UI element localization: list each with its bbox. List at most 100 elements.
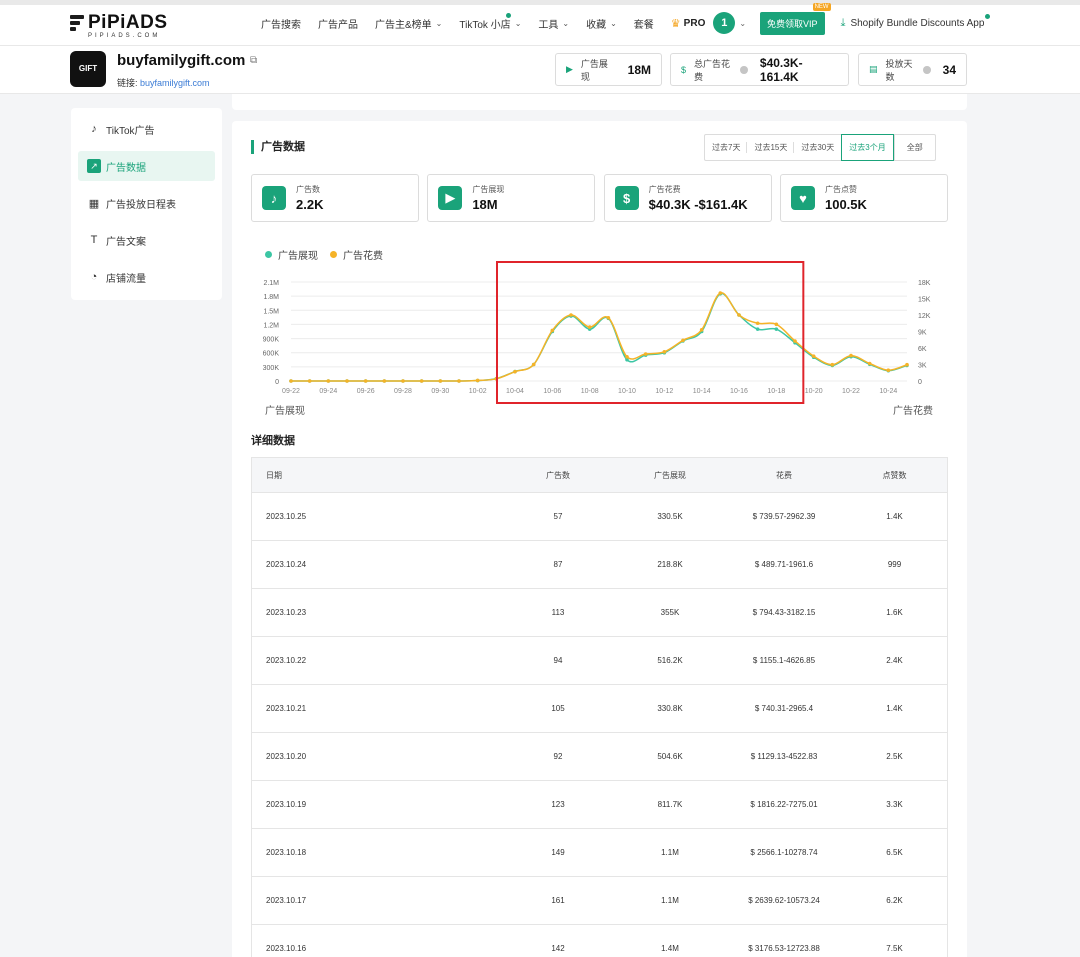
y-tick-right: 6K xyxy=(918,346,927,353)
external-link-icon[interactable]: ⧉ xyxy=(250,55,257,66)
shop-header: GIFT buyfamilygift.com ⧉ 链接: buyfamilygi… xyxy=(0,46,1080,94)
y-tick-right: 12K xyxy=(918,313,931,320)
table-cell: $ 739.57-2962.39 xyxy=(752,512,816,521)
table-row: 2023.10.25 57 330.5K $ 739.57-2962.39 1.4K xyxy=(252,493,947,541)
y-tick-right: 9K xyxy=(918,330,927,337)
table-cell: 7.5K xyxy=(886,944,903,953)
table-cell: $ 794.43-3182.15 xyxy=(752,608,816,617)
free-vip-button[interactable]: 免费领取VIP NEW xyxy=(760,2,831,35)
help-icon[interactable] xyxy=(740,65,748,74)
table-row: 2023.10.24 87 218.8K $ 489.71-1961.6 999 xyxy=(252,541,947,589)
nav-item-5[interactable]: 收藏 ⌄ xyxy=(586,16,617,31)
x-tick-label: 10-24 xyxy=(879,388,897,395)
detail-table: 日期 广告数 广告展现 花费 点赞数 2023.10.25 57 330.5K $ 739.57… xyxy=(251,457,948,957)
nav-item-1[interactable]: 广告产品 xyxy=(318,16,358,31)
data-point-1 xyxy=(699,328,704,332)
table-cell: 6.5K xyxy=(886,848,903,857)
nav-item-4[interactable]: 工具 ⌄ xyxy=(538,16,569,31)
x-tick-label: 09-30 xyxy=(431,388,449,395)
nav-item-6[interactable]: 套餐 xyxy=(634,16,654,31)
data-point-1 xyxy=(737,313,741,317)
play-icon: ▶ xyxy=(566,64,573,74)
table-cell: 1.6K xyxy=(886,608,903,617)
sidebar-item-1[interactable]: ↗ 广告数据 xyxy=(78,151,215,181)
data-point-1 xyxy=(905,362,909,367)
shop-stat-label: 投放天数 xyxy=(885,58,913,82)
table-cell: 123 xyxy=(551,800,565,809)
table-cell: 105 xyxy=(551,704,565,713)
sidebar-item-4[interactable]: ◔ 店铺流量 xyxy=(78,262,215,292)
y-tick-left: 900K xyxy=(263,337,280,344)
data-point-1 xyxy=(363,379,368,383)
data-point-1 xyxy=(289,379,293,383)
logo-mark-icon xyxy=(70,13,84,35)
table-cell: 2023.10.16 xyxy=(266,944,307,953)
y-tick-right: 0 xyxy=(918,379,922,386)
table-cell: 142 xyxy=(551,944,565,953)
top-navbar: PiPiADS PIPIADS.COM 广告搜索 广告产品 广告主&榜单 ⌄ TikTo… xyxy=(0,0,1080,46)
chevron-down-icon: ⌄ xyxy=(435,18,443,28)
x-tick-label: 10-18 xyxy=(767,388,785,395)
table-cell: 57 xyxy=(553,512,563,521)
x-tick-label: 10-16 xyxy=(730,388,748,395)
shop-stat-2: ▤ 投放天数 34 xyxy=(858,53,967,86)
data-point-1 xyxy=(457,379,461,383)
x-tick-label: 10-06 xyxy=(543,388,561,395)
table-cell: 1.1M xyxy=(661,848,679,857)
left-axis-name: 广告展现 xyxy=(265,406,305,417)
nav-item-label: 工具 xyxy=(538,19,559,31)
y-tick-left: 0 xyxy=(275,379,279,386)
table-cell: 2023.10.25 xyxy=(266,512,307,521)
column-header[interactable]: 日期 xyxy=(252,470,502,481)
table-cell: $ 1129.13-4522.83 xyxy=(750,752,818,761)
x-tick-label: 10-02 xyxy=(469,388,487,395)
table-cell: $ 2566.1-10278.74 xyxy=(750,848,818,857)
table-cell: 2023.10.20 xyxy=(266,752,307,761)
vip-button-label: 免费领取VIP xyxy=(767,18,818,29)
series-line-0 xyxy=(291,292,908,382)
calendar-icon: ▦ xyxy=(88,197,100,210)
help-icon[interactable] xyxy=(922,65,931,74)
shop-stat-label: 总广告花费 xyxy=(694,58,731,82)
x-tick-label: 10-14 xyxy=(693,388,711,395)
nav-item-0[interactable]: 广告搜索 xyxy=(261,16,301,31)
y-tick-right: 3K xyxy=(918,363,927,370)
x-tick-label: 10-20 xyxy=(805,388,823,395)
sidebar-item-3[interactable]: T 广告文案 xyxy=(78,225,215,255)
table-row: 2023.10.18 149 1.1M $ 2566.1-10278.74 6.5K xyxy=(252,829,947,877)
table-row: 2023.10.19 123 811.7K $ 1816.22-7275.01 3.3K xyxy=(252,781,947,829)
x-tick-label: 09-22 xyxy=(282,388,300,395)
y-tick-left: 600K xyxy=(263,351,280,358)
column-header[interactable]: 广告数 xyxy=(502,470,614,481)
chevron-down-icon: ⌄ xyxy=(562,18,570,28)
table-cell: 218.8K xyxy=(657,560,683,569)
sidebar-item-0[interactable]: ♪ TikTok广告 xyxy=(78,114,215,144)
x-tick-label: 10-12 xyxy=(655,388,673,395)
column-header[interactable]: 广告展现 xyxy=(614,470,726,481)
table-row: 2023.10.21 105 330.8K $ 740.31-2965.4 1.4K xyxy=(252,685,947,733)
table-cell: $ 1816.22-7275.01 xyxy=(750,800,818,809)
table-cell: 330.5K xyxy=(657,512,683,521)
data-point-0 xyxy=(755,327,760,331)
nav-item-3[interactable]: TikTok 小店 ⌄ xyxy=(459,12,521,31)
sidebar-item-2[interactable]: ▦ 广告投放日程表 xyxy=(78,188,215,218)
table-cell: $ 1155.1-4626.85 xyxy=(752,656,816,665)
pro-badge[interactable]: ♛ PRO xyxy=(671,17,706,30)
table-cell: 149 xyxy=(551,848,565,857)
x-tick-label: 09-28 xyxy=(394,388,412,395)
pipiads-logo[interactable]: PiPiADS PIPIADS.COM xyxy=(70,13,168,39)
table-cell: 504.6K xyxy=(657,752,683,761)
nav-item-2[interactable]: 广告主&榜单 ⌄ xyxy=(375,16,442,31)
notification-badge[interactable]: 1 xyxy=(713,12,736,34)
table-cell: 92 xyxy=(553,752,563,761)
tiktok-icon: ♪ xyxy=(91,123,97,135)
shopify-app-link[interactable]: ⤓ Shopify Bundle Discounts App xyxy=(841,13,991,30)
column-header[interactable]: 花费 xyxy=(726,470,842,481)
column-header[interactable]: 点赞数 xyxy=(842,470,947,481)
chevron-down-icon[interactable]: ⌄ xyxy=(739,19,746,28)
table-cell: 2023.10.17 xyxy=(266,896,307,905)
table-cell: 999 xyxy=(887,560,902,569)
nav-item-label: 收藏 xyxy=(586,19,607,31)
shop-link[interactable]: buyfamilygift.com xyxy=(140,78,210,88)
previous-section-card xyxy=(232,94,967,110)
